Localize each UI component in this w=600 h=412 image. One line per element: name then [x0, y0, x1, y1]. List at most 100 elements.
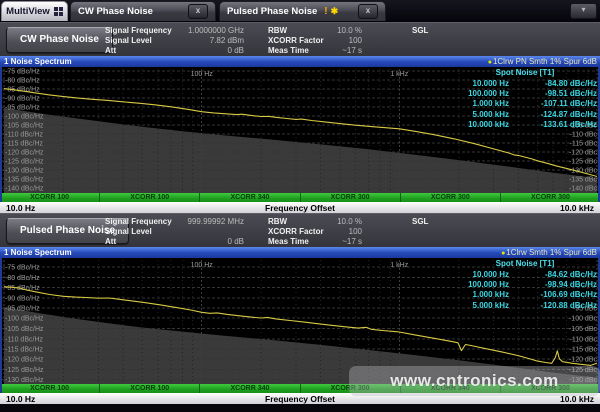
x-axis-footer-cw: 10.0 Hz Frequency Offset 10.0 kHz: [0, 202, 600, 213]
tab-pulsed-close-icon[interactable]: x: [358, 4, 378, 19]
trace2-info: ●1Clrw Smth 1% Spur 6dB: [501, 248, 600, 257]
value-rbw: 10.0 %: [326, 26, 362, 35]
window1-title: 1 Noise Spectrum: [0, 57, 72, 66]
xcorr-segment: XCORR 100: [100, 384, 200, 393]
tab-multiview-label: MultiView: [6, 6, 50, 17]
spot-noise-frequency: 5.000 kHz: [437, 301, 509, 311]
xcorr-segment: XCORR 300: [401, 193, 501, 202]
y-axis-tick-label: -75 dBc/Hz: [5, 69, 40, 76]
value-signal-level: 7.82 dBm: [172, 36, 244, 45]
spot-noise-row: 100.000 Hz-98.51 dBc/Hz: [427, 89, 597, 99]
y-axis-tick-label: -80 dBc/Hz: [5, 78, 40, 85]
xcorr-segment: XCORR 100: [0, 384, 100, 393]
window1-title-bar: 1 Noise Spectrum ●1Clrw PN Smth 1% Spur …: [0, 56, 600, 67]
tab-pulsed-label: Pulsed Phase Noise: [227, 6, 317, 17]
y-axis-tick-label: -100 dBc/Hz: [5, 316, 44, 323]
x-axis-title: Frequency Offset: [126, 203, 474, 213]
label-att: Att: [105, 46, 172, 55]
spot-noise-level: -133.61 dBc/Hz: [509, 120, 597, 130]
spot-noise-row: 5.000 kHz-120.88 dBc/Hz: [427, 301, 597, 311]
trace1-info: ●1Clrw PN Smth 1% Spur 6dB: [488, 57, 600, 66]
spot-noise-frequency: 10.000 kHz: [437, 120, 509, 130]
y-axis-tick-label: -115 dBc/Hz: [5, 347, 43, 354]
y-axis-tick-label-right: -120 dBc: [569, 150, 598, 157]
window2-title-bar: 1 Noise Spectrum ●1Clrw Smth 1% Spur 6dB: [0, 247, 600, 258]
window-menu-dropdown-icon[interactable]: ▾: [570, 3, 597, 19]
value-rbw: 10.0 %: [326, 217, 362, 226]
spot-noise-level: -124.87 dBc/Hz: [509, 110, 597, 120]
x-axis-decade-label: 1 kHz: [390, 71, 408, 78]
spot-noise-table-pulsed: Spot Noise [T1]10.000 Hz-84.62 dBc/Hz100…: [427, 259, 597, 311]
spot-noise-row: 1.000 kHz-107.11 dBc/Hz: [427, 99, 597, 109]
label-rbw: RBW: [268, 217, 326, 226]
y-axis-tick-label: -95 dBc/Hz: [5, 306, 40, 313]
y-axis-tick-label: -120 dBc/Hz: [5, 357, 44, 364]
y-axis-tick-label-right: -100 dBc: [569, 316, 598, 323]
y-axis-tick-label-right: -125 dBc: [569, 159, 598, 166]
value-meas-time: ~17 s: [326, 46, 362, 55]
x-axis-start: 10.0 Hz: [0, 203, 126, 213]
channel2-header: Pulsed Phase Noise Signal Frequency 999.…: [0, 213, 600, 247]
value-xcorr-factor: 100: [326, 36, 362, 45]
y-axis-tick-label: -120 dBc/Hz: [5, 150, 44, 157]
spot-noise-frequency: 10.000 Hz: [437, 79, 509, 89]
xcorr-bar-cw: XCORR 100XCORR 100XCORR 340XCORR 300XCOR…: [0, 193, 600, 202]
y-axis-tick-label: -125 dBc/Hz: [5, 159, 44, 166]
tab-pulsed-phase-noise[interactable]: Pulsed Phase Noise ! ✱ x: [219, 1, 386, 21]
y-axis-tick-label: -90 dBc/Hz: [5, 295, 40, 302]
xcorr-segment: XCORR 340: [200, 384, 300, 393]
label-xcorr-factor: XCORR Factor: [268, 36, 326, 45]
spot-noise-row: 10.000 kHz-133.61 dBc/Hz: [427, 120, 597, 130]
spot-noise-level: -107.11 dBc/Hz: [509, 99, 597, 109]
label-signal-level: Signal Level: [105, 36, 172, 45]
spot-noise-row: 10.000 Hz-84.80 dBc/Hz: [427, 79, 597, 89]
value-att: 0 dB: [172, 237, 244, 246]
y-axis-tick-label: -130 dBc/Hz: [5, 168, 44, 175]
star-icon: ✱: [331, 6, 339, 17]
sgl-indicator: SGL: [398, 26, 458, 35]
spot-noise-frequency: 1.000 kHz: [437, 290, 509, 300]
y-axis-tick-label: -115 dBc/Hz: [5, 141, 43, 148]
spot-noise-level: -98.94 dBc/Hz: [509, 280, 597, 290]
y-axis-tick-label: -110 dBc/Hz: [5, 336, 43, 343]
trace-color-bullet-icon: ●: [501, 250, 505, 257]
tab-cw-phase-noise[interactable]: CW Phase Noise x: [70, 1, 216, 21]
spot-noise-level: -106.69 dBc/Hz: [509, 290, 597, 300]
spot-noise-level: -84.80 dBc/Hz: [509, 79, 597, 89]
value-meas-time: ~17 s: [326, 237, 362, 246]
spot-noise-level: -120.88 dBc/Hz: [509, 301, 597, 311]
top-tab-bar: MultiView CW Phase Noise x Pulsed Phase …: [0, 0, 600, 22]
sgl-indicator: SGL: [398, 217, 458, 226]
x-axis-decade-label: 100 Hz: [191, 71, 214, 78]
xcorr-segment: XCORR 300: [501, 193, 600, 202]
y-axis-tick-label-right: -130 dBc: [569, 168, 598, 175]
spot-noise-table-cw: Spot Noise [T1]10.000 Hz-84.80 dBc/Hz100…: [427, 68, 597, 131]
value-signal-frequency: 999.99992 MHz: [172, 217, 244, 226]
trace1-info-text: 1Clrw PN Smth 1% Spur 6dB: [493, 57, 597, 66]
x-axis-stop: 10.0 kHz: [474, 203, 600, 213]
spot-noise-level: -98.51 dBc/Hz: [509, 89, 597, 99]
channel1-select-button[interactable]: CW Phase Noise: [6, 27, 113, 53]
spot-noise-level: -84.62 dBc/Hz: [509, 270, 597, 280]
tab-multiview[interactable]: MultiView: [1, 1, 68, 21]
tab-cw-label: CW Phase Noise: [78, 6, 153, 17]
y-axis-tick-label-right: -140 dBc: [569, 186, 598, 193]
y-axis-tick-label: -100 dBc/Hz: [5, 114, 44, 121]
tab-cw-close-icon[interactable]: x: [188, 4, 208, 19]
y-axis-tick-label-right: -105 dBc: [569, 326, 598, 333]
y-axis-tick-label-right: -110 dBc: [570, 132, 598, 139]
label-rbw: RBW: [268, 26, 326, 35]
watermark: www.cntronics.com: [349, 366, 600, 396]
xcorr-segment: XCORR 340: [200, 193, 300, 202]
window2-title: 1 Noise Spectrum: [0, 248, 72, 257]
y-axis-tick-label: -125 dBc/Hz: [5, 367, 44, 374]
spot-noise-frequency: 10.000 Hz: [437, 270, 509, 280]
trace-color-bullet-icon: ●: [488, 59, 492, 66]
channel1-settings-table: Signal Frequency 1.0000000 GHz RBW 10.0 …: [105, 25, 458, 56]
spot-noise-title: Spot Noise [T1]: [427, 259, 597, 270]
y-axis-tick-label: -90 dBc/Hz: [5, 96, 40, 103]
spot-noise-row: 100.000 Hz-98.94 dBc/Hz: [427, 280, 597, 290]
spot-noise-frequency: 100.000 Hz: [437, 89, 509, 99]
spot-noise-row: 5.000 kHz-124.87 dBc/Hz: [427, 110, 597, 120]
y-axis-tick-label: -80 dBc/Hz: [5, 275, 40, 282]
